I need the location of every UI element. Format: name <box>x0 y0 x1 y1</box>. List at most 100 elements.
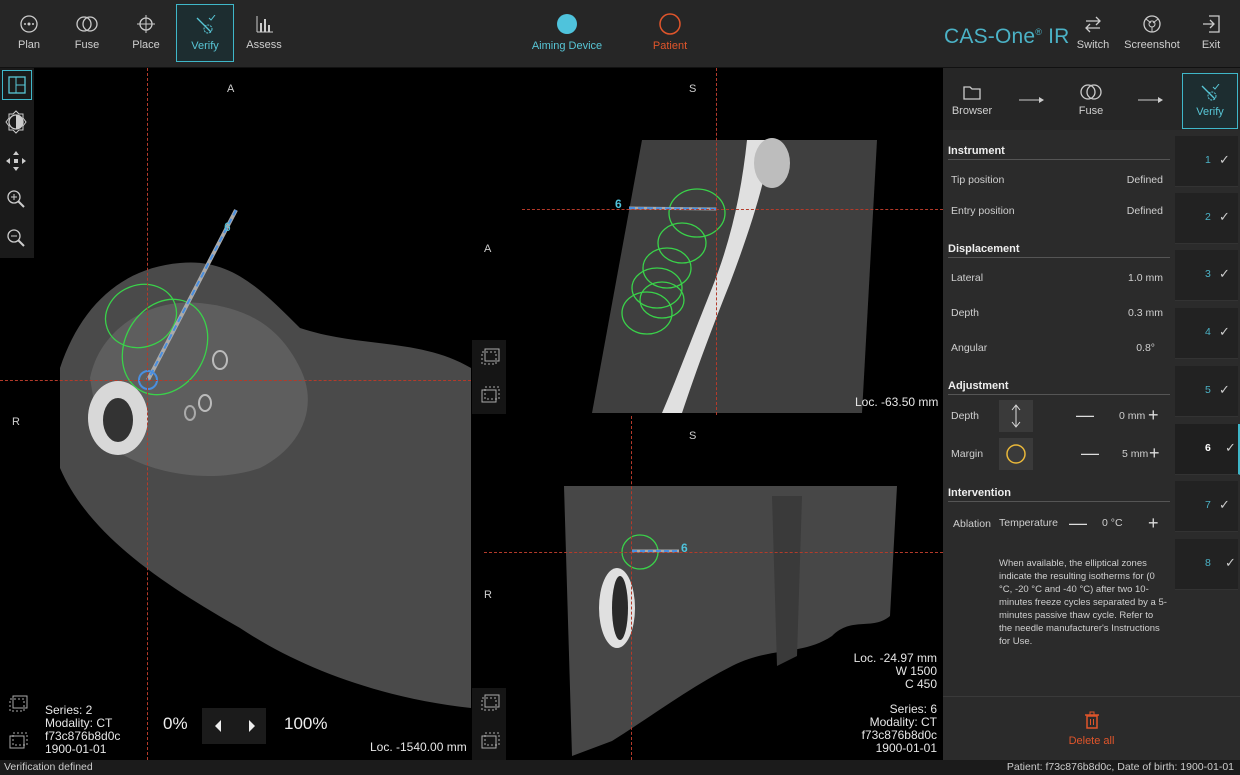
sagittal-layout-icon-2[interactable] <box>478 384 502 408</box>
switch-icon <box>1085 16 1101 33</box>
needle-item-1[interactable]: 1 ✓ <box>1175 136 1238 187</box>
fuse-button[interactable]: Fuse <box>58 4 116 62</box>
status-left: Verification defined <box>4 761 93 773</box>
brightness-icon <box>5 110 27 134</box>
sagittal-viewport[interactable]: 6 S A Loc. -63.50 mm <box>472 68 943 415</box>
coronal-date: 1900-01-01 <box>875 741 937 755</box>
layout-toggle-icon[interactable] <box>6 693 30 717</box>
coronal-layout-icon-2[interactable] <box>478 730 502 754</box>
needle-number: 5 <box>1205 384 1211 396</box>
delete-all-button[interactable]: Delete all <box>943 696 1240 761</box>
plan-button[interactable]: Plan <box>0 4 58 62</box>
place-label: Place <box>132 39 160 51</box>
intervention-header: Intervention <box>948 487 1170 502</box>
camera-icon <box>1143 15 1161 33</box>
next-slice-icon[interactable] <box>249 720 255 732</box>
temperature-increase-button[interactable]: + <box>1148 513 1159 534</box>
pan-button[interactable] <box>2 147 32 177</box>
temperature-decrease-button[interactable]: — <box>1069 513 1087 534</box>
workflow-browser[interactable]: Browser <box>944 73 1000 129</box>
axial-crosshair-horizontal <box>0 380 471 381</box>
verify-button[interactable]: Verify <box>176 4 234 62</box>
layout-button[interactable] <box>2 70 32 100</box>
progress-end: 100% <box>284 714 328 733</box>
needle-item-4[interactable]: 4 ✓ <box>1175 308 1238 359</box>
slice-nav <box>202 708 266 744</box>
patient-button[interactable]: Patient <box>630 12 710 52</box>
axial-orient-left: R <box>12 416 20 428</box>
zoom-in-icon <box>7 190 25 208</box>
sagittal-tools <box>472 340 506 414</box>
zoom-in-button[interactable] <box>2 185 32 215</box>
axial-crosshair-vertical <box>147 68 148 760</box>
entry-position-row: Entry position Defined <box>951 205 1163 217</box>
depth-decrease-button[interactable]: — <box>1076 405 1094 426</box>
aiming-device-label: Aiming Device <box>531 40 603 52</box>
top-toolbar: Plan Fuse Place Verify Assess Aiming Dev… <box>0 0 1240 68</box>
depth-increase-button[interactable]: + <box>1148 405 1159 426</box>
coronal-layout-icon[interactable] <box>478 692 502 716</box>
assess-label: Assess <box>246 39 282 51</box>
needle-item-7[interactable]: 7 ✓ <box>1175 481 1238 532</box>
workflow-browser-label: Browser <box>951 105 993 117</box>
needle-item-5[interactable]: 5 ✓ <box>1175 366 1238 417</box>
coronal-orient-top: S <box>689 430 697 442</box>
margin-circle-icon <box>999 438 1033 470</box>
trash-icon <box>1084 711 1099 729</box>
depth-value: 0.3 mm <box>1127 307 1163 319</box>
needle-item-6[interactable]: 6 ✓ <box>1175 424 1240 475</box>
aiming-device-button[interactable]: Aiming Device <box>527 12 607 52</box>
workflow-verify[interactable]: Verify <box>1182 73 1238 129</box>
axial-ct-image: 6 <box>60 209 471 708</box>
check-icon: ✓ <box>1225 555 1236 570</box>
screenshot-button[interactable]: Screenshot <box>1123 4 1181 62</box>
zoom-out-button[interactable] <box>2 224 32 254</box>
angular-label: Angular <box>951 342 988 354</box>
margin-increase-button[interactable]: + <box>1149 443 1160 464</box>
coronal-crosshair-vertical <box>631 416 632 760</box>
assess-button[interactable]: Assess <box>235 4 293 62</box>
switch-button[interactable]: Switch <box>1064 4 1122 62</box>
assess-icon <box>256 16 273 33</box>
sagittal-orient-top: S <box>689 83 697 95</box>
layout-toggle-icon-2[interactable] <box>6 730 30 754</box>
tip-position-label: Tip position <box>951 174 1005 186</box>
workflow-fuse[interactable]: Fuse <box>1063 73 1119 129</box>
place-button[interactable]: Place <box>117 4 175 62</box>
coronal-crosshair-horizontal <box>484 552 943 553</box>
needle-item-2[interactable]: 2 ✓ <box>1175 193 1238 244</box>
needle-number: 4 <box>1205 326 1211 338</box>
axial-series-info: Series: 2 Modality: CT f73c876b8d0c 1900… <box>45 704 120 756</box>
coronal-viewport[interactable]: 6 S R Loc. -24.97 mm W 1500 C 450 Series… <box>472 416 943 760</box>
needle-item-3[interactable]: 3 ✓ <box>1175 250 1238 301</box>
instrument-header: Instrument <box>948 145 1170 160</box>
needle-item-8[interactable]: 8 ✓ <box>1175 539 1238 590</box>
vertical-arrows-icon <box>999 400 1033 432</box>
arrow-right-icon <box>1138 97 1163 103</box>
layout-icon <box>8 76 26 94</box>
prev-slice-icon[interactable] <box>215 720 221 732</box>
workflow-fuse-label: Fuse <box>1078 105 1104 117</box>
axial-viewport[interactable]: 6 A R Series: 2 Modality: CT f73c876b8d0… <box>0 68 471 760</box>
status-bar: Verification defined Patient: f73c876b8d… <box>0 760 1240 775</box>
verify-icon <box>196 15 216 34</box>
sagittal-orient-left: A <box>484 243 492 255</box>
plan-icon <box>20 15 38 33</box>
sagittal-crosshair-vertical <box>716 68 717 415</box>
verify-icon <box>1201 84 1220 101</box>
entry-position-value: Defined <box>1126 205 1163 217</box>
margin-adjust-value: 5 mm <box>1122 448 1149 460</box>
margin-decrease-button[interactable]: — <box>1081 443 1099 464</box>
window-level-button[interactable] <box>2 108 32 138</box>
switch-label: Switch <box>1076 39 1110 51</box>
ablation-label: Ablation <box>953 518 991 530</box>
sagittal-layout-icon[interactable] <box>478 346 502 370</box>
needle-number: 7 <box>1205 499 1211 511</box>
axial-date: 1900-01-01 <box>45 742 107 756</box>
displacement-header: Displacement <box>948 243 1170 258</box>
patient-label: Patient <box>652 40 688 52</box>
coronal-series-info: Series: 6 Modality: CT f73c876b8d0c 1900… <box>862 703 937 755</box>
brand-logo: CAS-One® IR <box>944 25 1070 49</box>
exit-button[interactable]: Exit <box>1182 4 1240 62</box>
adjustment-header: Adjustment <box>948 380 1170 395</box>
